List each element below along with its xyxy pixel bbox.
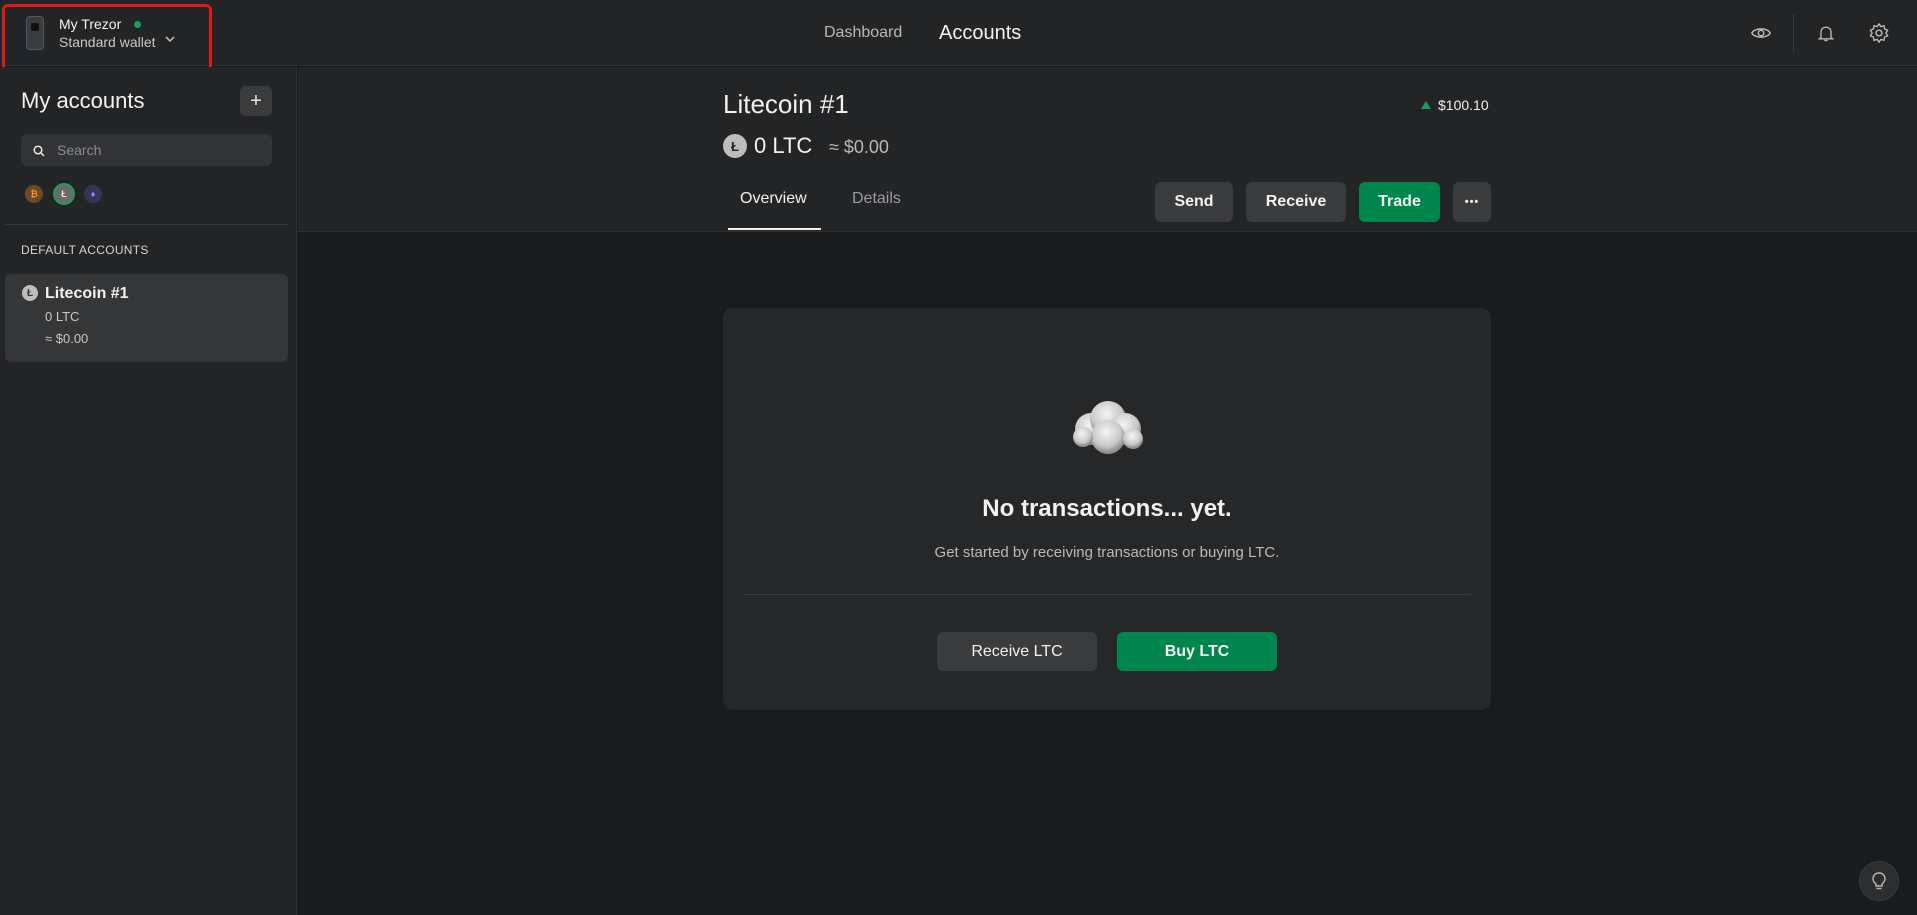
page-title: Litecoin #1	[723, 89, 849, 119]
tab-details[interactable]: Details	[852, 190, 901, 208]
litecoin-icon: Ł	[22, 285, 38, 301]
account-item-litecoin-1[interactable]: Ł Litecoin #1 0 LTC ≈ $0.00	[5, 274, 288, 362]
cloud-icon	[1063, 393, 1153, 468]
empty-state-title: No transactions... yet.	[982, 495, 1232, 522]
receive-button[interactable]: Receive	[1246, 182, 1346, 222]
account-balance: 0 LTC	[45, 309, 80, 324]
top-bar: My Trezor Standard wallet Dashboard Acco…	[0, 0, 1917, 66]
account-fiat: ≈ $0.00	[829, 137, 889, 157]
eye-icon[interactable]	[1748, 20, 1774, 46]
divider	[743, 594, 1471, 595]
send-button[interactable]: Send	[1155, 182, 1233, 222]
account-balance: 0 LTC	[754, 133, 813, 158]
active-tab-indicator	[728, 228, 821, 230]
nav-dashboard[interactable]: Dashboard	[824, 24, 902, 42]
lightbulb-icon[interactable]	[1859, 861, 1899, 901]
sidebar-title: My accounts	[21, 88, 145, 113]
add-account-button[interactable]: +	[240, 86, 272, 116]
empty-state-subtitle: Get started by receiving transactions or…	[934, 544, 1280, 561]
price-value: $100.10	[1438, 97, 1489, 113]
divider	[5, 224, 289, 225]
buy-ltc-button[interactable]: Buy LTC	[1117, 632, 1277, 671]
divider	[1793, 14, 1794, 52]
gear-icon[interactable]	[1866, 20, 1892, 46]
ethereum-icon: ♦	[90, 189, 96, 199]
search-input[interactable]	[21, 134, 272, 166]
price-up-icon	[1421, 101, 1431, 109]
coin-filter-ltc[interactable]: Ł	[53, 183, 75, 205]
litecoin-icon: Ł	[61, 189, 67, 199]
sidebar: My accounts + ₿ Ł ♦ DEFAULT ACCOUNTS Ł L…	[0, 67, 297, 915]
account-fiat: ≈ $0.00	[45, 331, 89, 346]
trade-button[interactable]: Trade	[1359, 182, 1440, 222]
bitcoin-icon: ₿	[30, 189, 38, 199]
account-name: Litecoin #1	[45, 285, 129, 302]
more-options-button[interactable]: •••	[1453, 182, 1491, 222]
device-switcher[interactable]	[2, 4, 212, 72]
empty-state-card: No transactions... yet. Get started by r…	[723, 308, 1491, 710]
bell-icon[interactable]	[1813, 20, 1839, 46]
coin-filter-eth[interactable]: ♦	[84, 185, 102, 203]
account-header: Litecoin #1 $100.10 Ł 0 LTC ≈ $0.00 Over…	[298, 67, 1917, 232]
litecoin-icon: Ł	[723, 134, 747, 158]
tab-overview[interactable]: Overview	[740, 190, 807, 208]
section-label: DEFAULT ACCOUNTS	[21, 243, 149, 257]
coin-filter-btc[interactable]: ₿	[25, 185, 43, 203]
nav-accounts[interactable]: Accounts	[939, 22, 1021, 45]
search-icon	[33, 144, 45, 162]
receive-ltc-button[interactable]: Receive LTC	[937, 632, 1097, 671]
